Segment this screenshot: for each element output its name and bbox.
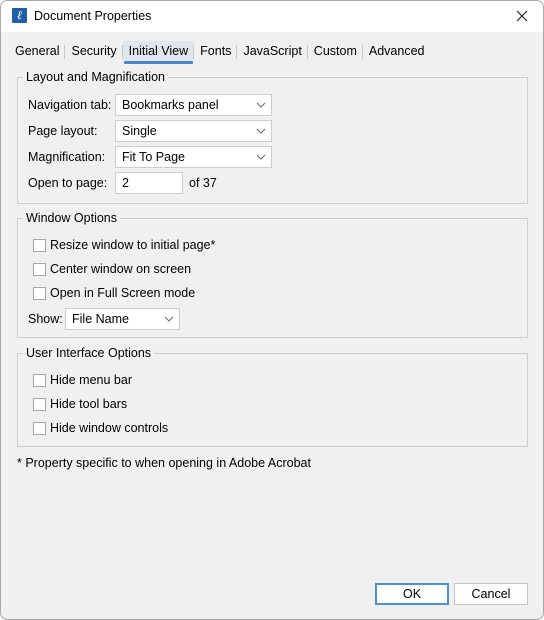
app-icon: ℓ xyxy=(12,8,27,23)
group-title: User Interface Options xyxy=(23,346,155,360)
tab-fonts[interactable]: Fonts xyxy=(194,41,238,63)
open-to-page-input[interactable]: 2 xyxy=(115,172,183,194)
chevron-down-icon xyxy=(256,128,266,134)
full-screen-label[interactable]: Open in Full Screen mode xyxy=(50,286,195,300)
navigation-tab-value: Bookmarks panel xyxy=(122,98,219,112)
dialog-title: Document Properties xyxy=(34,9,152,23)
full-screen-checkbox[interactable] xyxy=(33,287,46,300)
page-layout-value: Single xyxy=(122,124,157,138)
footnote: * Property specific to when opening in A… xyxy=(17,456,311,470)
hide-tool-bars-checkbox[interactable] xyxy=(33,398,46,411)
page-layout-select[interactable]: Single xyxy=(115,120,272,142)
group-title: Layout and Magnification xyxy=(23,70,168,84)
page-count-text: of 37 xyxy=(189,176,217,190)
title-bar: ℓ Document Properties xyxy=(1,1,543,32)
navigation-tab-select[interactable]: Bookmarks panel xyxy=(115,94,272,116)
show-value: File Name xyxy=(72,312,129,326)
magnification-label: Magnification: xyxy=(28,150,106,164)
hide-menu-bar-checkbox[interactable] xyxy=(33,374,46,387)
cancel-button[interactable]: Cancel xyxy=(454,583,528,605)
chevron-down-icon xyxy=(256,102,266,108)
hide-window-controls-label[interactable]: Hide window controls xyxy=(50,421,168,435)
hide-window-controls-checkbox[interactable] xyxy=(33,422,46,435)
group-title: Window Options xyxy=(23,211,121,225)
tab-advanced[interactable]: Advanced xyxy=(363,41,431,63)
window-options-group: Window Options Resize window to initial … xyxy=(17,211,528,338)
chevron-down-icon xyxy=(256,154,266,160)
close-icon xyxy=(516,10,528,22)
hide-tool-bars-label[interactable]: Hide tool bars xyxy=(50,397,127,411)
chevron-down-icon xyxy=(164,316,174,322)
tab-security[interactable]: Security xyxy=(65,41,123,63)
show-select[interactable]: File Name xyxy=(65,308,180,330)
magnification-select[interactable]: Fit To Page xyxy=(115,146,272,168)
resize-window-label[interactable]: Resize window to initial page* xyxy=(50,238,215,252)
resize-window-checkbox[interactable] xyxy=(33,239,46,252)
ok-button[interactable]: OK xyxy=(375,583,449,605)
tab-javascript[interactable]: JavaScript xyxy=(237,41,309,63)
tab-bar: General Security Initial View Fonts Java… xyxy=(9,41,431,64)
tab-initial-view[interactable]: Initial View xyxy=(122,41,195,64)
center-window-checkbox[interactable] xyxy=(33,263,46,276)
hide-menu-bar-label[interactable]: Hide menu bar xyxy=(50,373,132,387)
center-window-label[interactable]: Center window on screen xyxy=(50,262,191,276)
tab-general[interactable]: General xyxy=(9,41,66,63)
magnification-value: Fit To Page xyxy=(122,150,186,164)
layout-magnification-group: Layout and Magnification Navigation tab:… xyxy=(17,70,528,204)
open-to-page-label: Open to page: xyxy=(28,176,108,190)
close-button[interactable] xyxy=(511,5,533,27)
user-interface-options-group: User Interface Options Hide menu bar Hid… xyxy=(17,346,528,447)
document-properties-dialog: ℓ Document Properties General Security I… xyxy=(0,0,544,620)
tab-custom[interactable]: Custom xyxy=(308,41,363,63)
show-label: Show: xyxy=(28,312,63,326)
navigation-tab-label: Navigation tab: xyxy=(28,98,112,112)
page-layout-label: Page layout: xyxy=(28,124,98,138)
